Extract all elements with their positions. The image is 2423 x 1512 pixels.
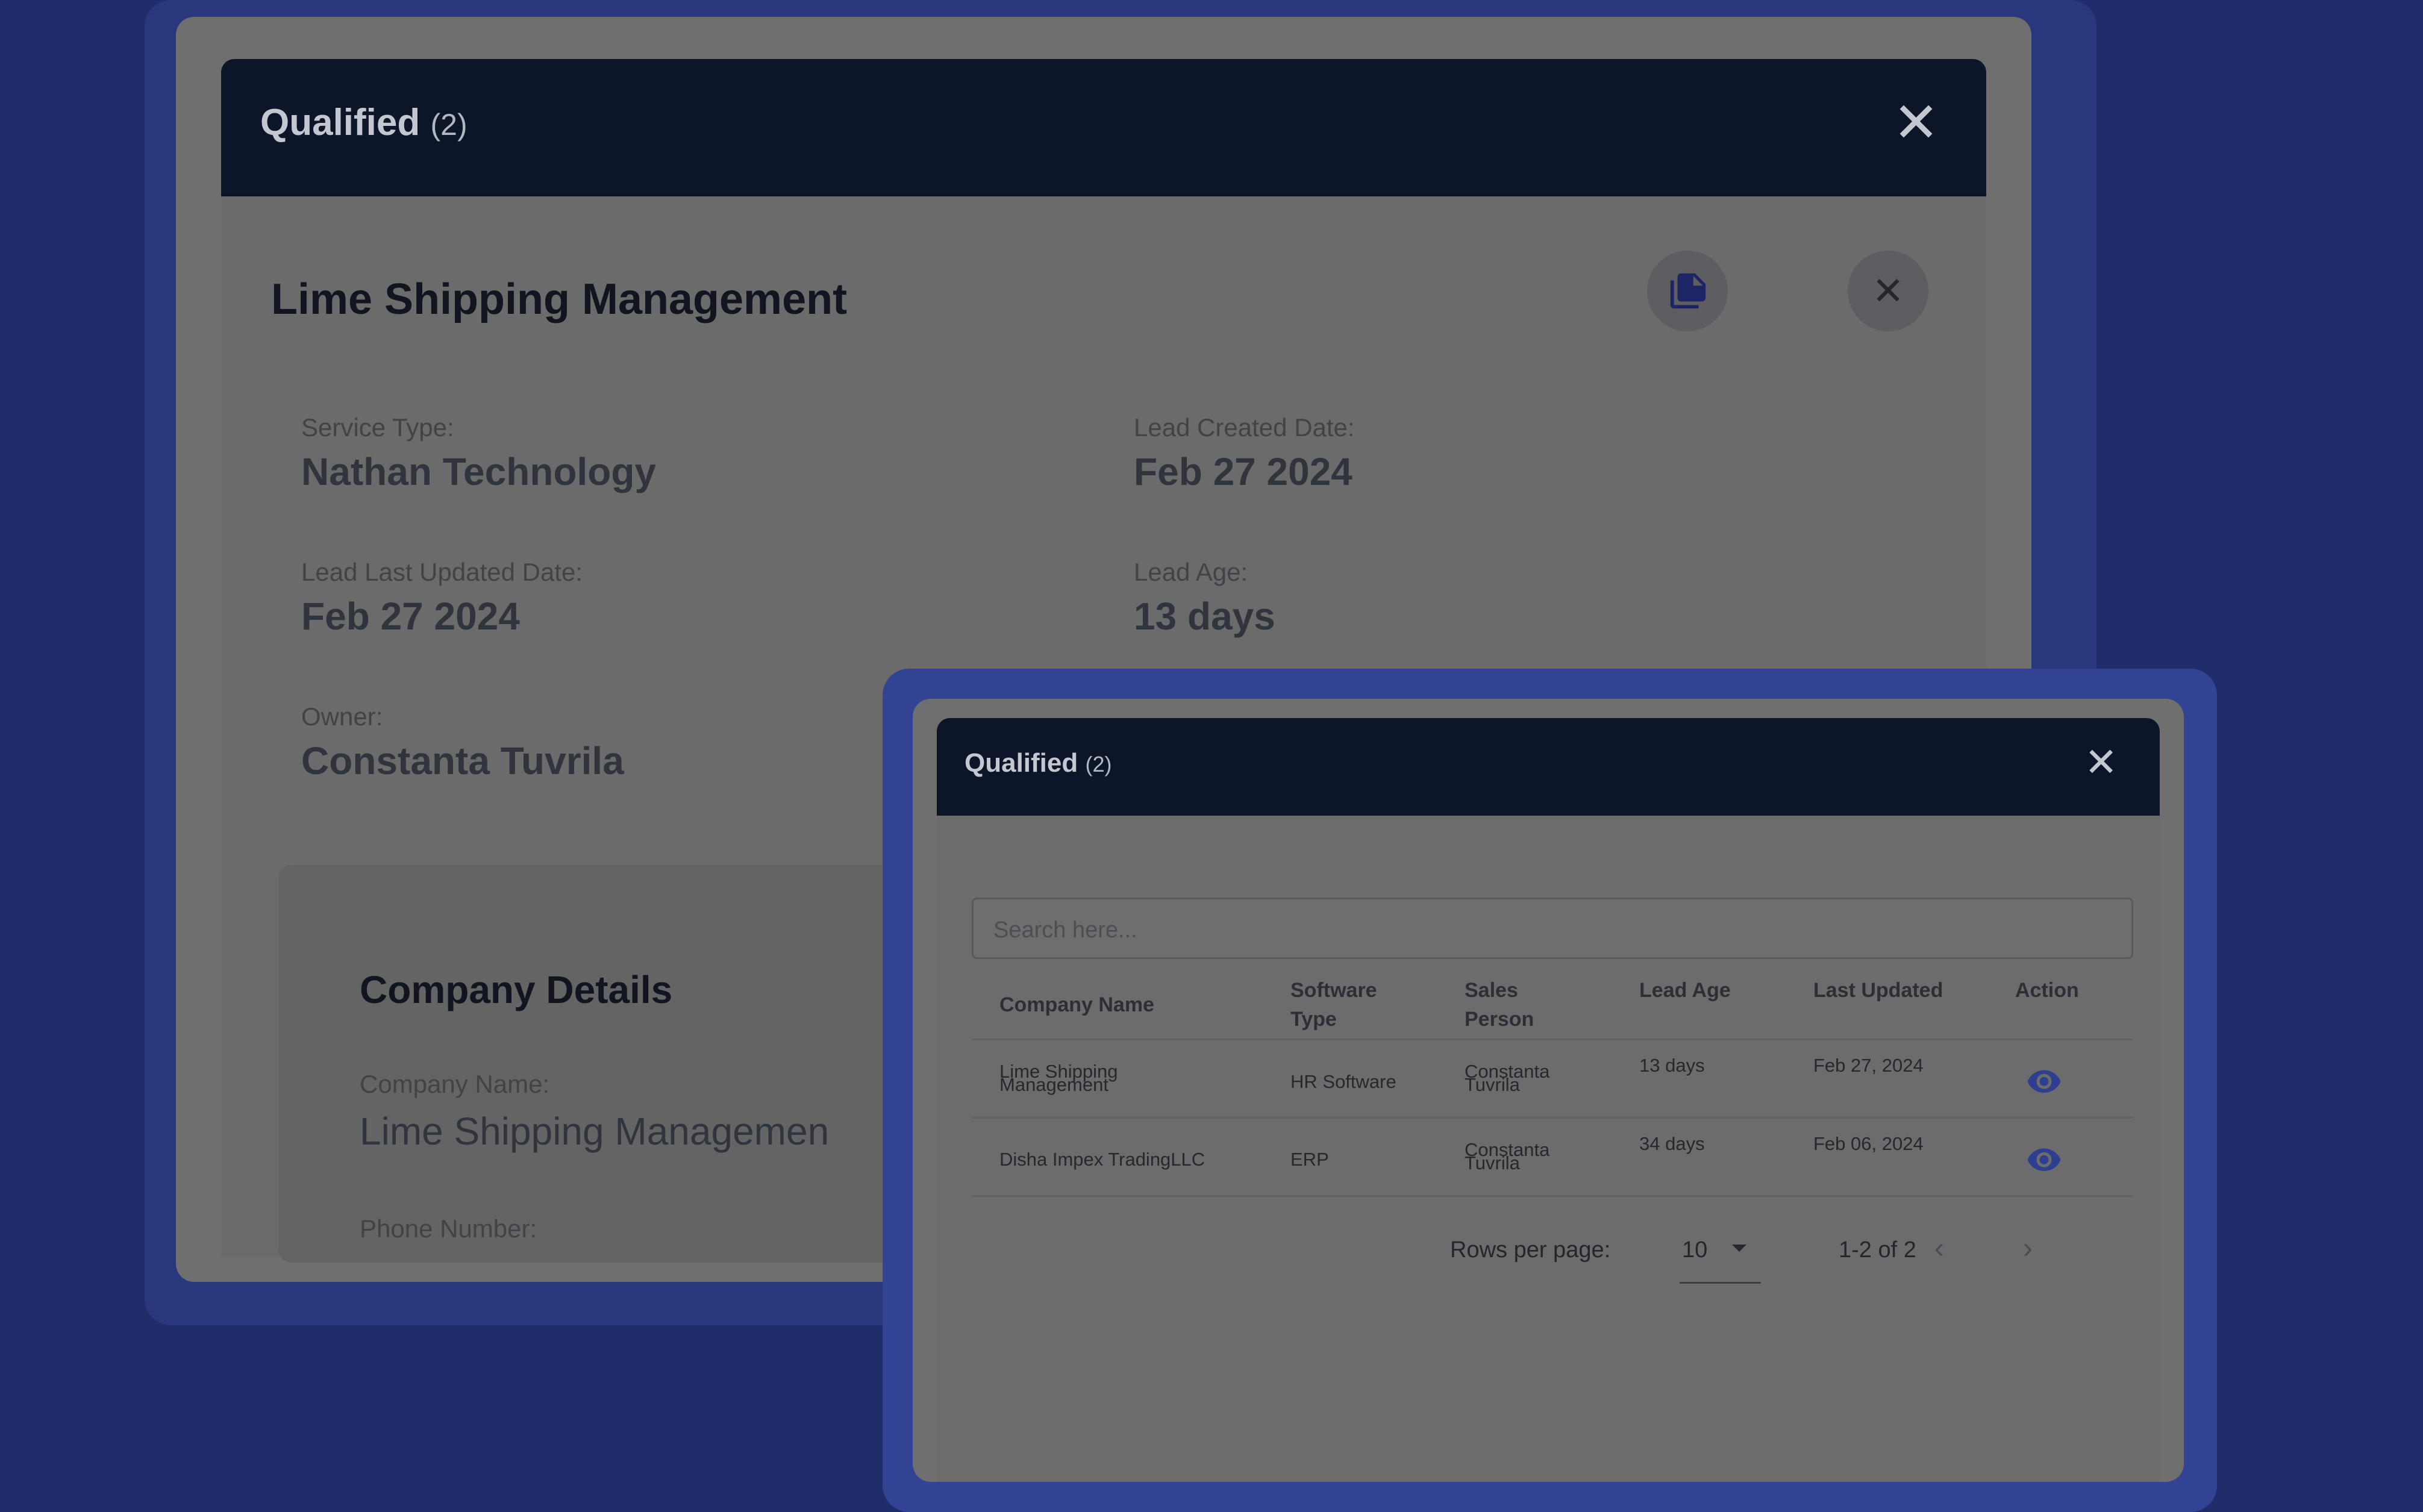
modal-header: Qualified (2) ✕: [937, 718, 2160, 816]
modal-title: Qualified (2): [260, 101, 467, 144]
previous-page-icon[interactable]: ‹: [1934, 1234, 1944, 1263]
lead-age-label: Lead Age:: [1134, 558, 1248, 586]
column-header-action: Action: [2015, 979, 2079, 1002]
modal-header: Qualified (2) ✕: [221, 59, 1986, 196]
cell-software-type: HR Software: [1290, 1071, 1396, 1092]
close-button[interactable]: ✕: [1848, 251, 1928, 331]
lead-updated-label: Lead Last Updated Date:: [301, 558, 583, 586]
cell-sales-person: Constanta Tuvrila: [1465, 1062, 1549, 1094]
column-header-lead-age[interactable]: Lead Age: [1639, 976, 1731, 1005]
owner-value: Constanta Tuvrila: [301, 739, 624, 783]
search-placeholder: Search here...: [993, 917, 1137, 943]
lead-title: Lime Shipping Management: [271, 275, 848, 323]
owner-label: Owner:: [301, 702, 383, 731]
search-input[interactable]: Search here...: [972, 898, 2133, 959]
column-header-company-name[interactable]: Company Name: [999, 990, 1154, 1019]
next-page-icon[interactable]: ›: [2023, 1234, 2033, 1263]
rows-per-page-select[interactable]: 10: [1682, 1237, 1707, 1263]
close-icon[interactable]: ✕: [1893, 95, 1939, 151]
eye-icon[interactable]: [2026, 1147, 2062, 1171]
lead-age-value: 13 days: [1134, 595, 1275, 638]
column-header-software-line1: Software: [1290, 979, 1377, 1002]
column-header-last-updated[interactable]: Last Updated: [1813, 976, 1943, 1005]
cell-last-updated: Feb 06, 2024: [1813, 1133, 1924, 1154]
modal-title-text: Qualified: [965, 748, 1078, 778]
qualified-leads-modal: Qualified (2) ✕ Search here... Company N…: [913, 699, 2184, 1482]
column-header-sales-line1: Sales: [1465, 979, 1518, 1002]
modal-title-count: (2): [430, 108, 467, 142]
column-header-sales-person[interactable]: Sales Person: [1465, 976, 1534, 1034]
rows-per-page-label: Rows per page:: [1450, 1237, 1611, 1263]
cell-company-name: Lime Shipping Management: [999, 1062, 1118, 1095]
chevron-down-icon[interactable]: [1732, 1245, 1746, 1252]
column-header-sales-line2: Person: [1465, 1008, 1534, 1031]
phone-number-label: Phone Number:: [360, 1214, 537, 1243]
modal-title: Qualified (2): [965, 748, 1111, 778]
close-icon: ✕: [1872, 269, 1904, 313]
table-divider: [972, 1117, 2133, 1119]
qualified-leads-body: Search here... Company Name Software Typ…: [937, 816, 2160, 1482]
table-divider: [972, 1039, 2133, 1040]
document-icon: [1670, 273, 1706, 309]
close-icon[interactable]: ✕: [2084, 742, 2118, 782]
document-button[interactable]: [1647, 251, 1728, 331]
service-type-label: Service Type:: [301, 413, 454, 442]
lead-updated-value: Feb 27 2024: [301, 595, 520, 638]
cell-lead-age: 34 days: [1639, 1133, 1705, 1154]
eye-icon[interactable]: [2026, 1069, 2062, 1093]
lead-created-label: Lead Created Date:: [1134, 413, 1355, 442]
modal-title-count: (2): [1085, 752, 1112, 776]
lead-created-value: Feb 27 2024: [1134, 450, 1352, 493]
column-header-software-line2: Type: [1290, 1008, 1337, 1031]
modal-title-text: Qualified: [260, 102, 421, 143]
table-divider: [972, 1195, 2133, 1197]
cell-software-type: ERP: [1290, 1149, 1329, 1170]
rows-per-page-underline: [1680, 1282, 1761, 1284]
company-details-title: Company Details: [360, 968, 673, 1011]
company-name-label: Company Name:: [360, 1070, 550, 1098]
column-header-software-type[interactable]: Software Type: [1290, 976, 1377, 1034]
cell-lead-age: 13 days: [1639, 1055, 1705, 1076]
service-type-value: Nathan Technology: [301, 450, 657, 493]
pagination-range: 1-2 of 2: [1839, 1237, 1916, 1263]
company-name-value: Lime Shipping Managemen: [360, 1110, 830, 1153]
cell-company-line2: Management: [999, 1074, 1108, 1095]
cell-sales-person: Constanta Tuvrila: [1465, 1140, 1549, 1172]
cell-last-updated: Feb 27, 2024: [1813, 1055, 1924, 1076]
cell-company-name: Disha Impex TradingLLC: [999, 1149, 1205, 1170]
